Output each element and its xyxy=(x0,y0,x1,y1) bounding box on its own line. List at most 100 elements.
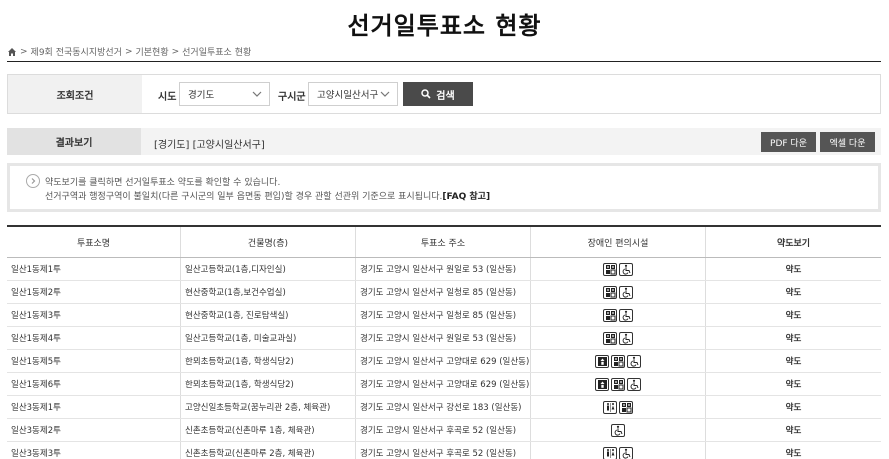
search-button[interactable]: 검색 xyxy=(403,82,473,106)
ramp-icon xyxy=(611,377,625,391)
notice-line-2: 선거구역과 행정구역이 불일치(다른 구시군의 일부 읍면동 편입)할 경우 관… xyxy=(45,189,490,202)
gusigun-select-value: 고양시일산서구 xyxy=(317,90,379,101)
breadcrumb-sep: > xyxy=(20,46,28,57)
sido-select[interactable]: 경기도 xyxy=(179,82,270,106)
facilities-cell xyxy=(531,419,706,441)
address-cell: 경기도 고양시 일산서구 후곡로 52 (일산동) xyxy=(356,419,531,441)
search-panel: 조회조건 시도 경기도 구시군 고양시일산서구 검색 xyxy=(7,74,881,114)
header-building: 건물명(층) xyxy=(181,227,356,257)
ramp-icon xyxy=(603,308,617,322)
building-cell: 현산중학교(1층,보건수업실) xyxy=(181,281,356,303)
polling-station-table: 투표소명 건물명(층) 투표소 주소 장애인 편의시설 약도보기 일산1동제1투… xyxy=(7,225,881,459)
facilities-cell xyxy=(531,442,706,459)
chevron-down-icon xyxy=(380,91,390,97)
wheelchair-icon xyxy=(619,285,633,299)
breadcrumb-sep: > xyxy=(171,46,180,57)
search-section-label: 조회조건 xyxy=(8,75,142,113)
table-row: 일산1동제5투 한뫼초등학교(1층, 학생식당2) 경기도 고양시 일산서구 고양대… xyxy=(7,350,881,373)
search-icon xyxy=(421,89,431,99)
title-divider xyxy=(7,61,881,62)
table-row: 일산1동제4투 일산고등학교(1층, 미술교과실) 경기도 고양시 일산서구 원일로… xyxy=(7,327,881,350)
ramp-icon xyxy=(619,400,633,414)
station-name-cell: 일산1동제3투 xyxy=(7,304,181,326)
station-name-cell: 일산3동제2투 xyxy=(7,419,181,441)
map-link[interactable]: 약도 xyxy=(706,281,881,303)
gusigun-select[interactable]: 고양시일산서구 xyxy=(308,82,398,106)
table-row: 일산3동제1투 고양신일초등학교(꿈누리관 2층, 체육관) 경기도 고양시 일산서… xyxy=(7,396,881,419)
pdf-download-button[interactable]: PDF 다운 xyxy=(761,132,816,152)
building-cell: 현산중학교(1층, 진로탐색실) xyxy=(181,304,356,326)
home-icon[interactable] xyxy=(7,47,17,57)
address-cell: 경기도 고양시 일산서구 일청로 85 (일산동) xyxy=(356,281,531,303)
faq-link[interactable]: [FAQ 참고] xyxy=(442,192,490,202)
table-body: 일산1동제1투 일산고등학교(1층,디자인실) 경기도 고양시 일산서구 원일로 5… xyxy=(7,258,881,459)
map-link[interactable]: 약도 xyxy=(706,442,881,459)
chevron-right-icon xyxy=(26,174,40,188)
station-name-cell: 일산1동제2투 xyxy=(7,281,181,303)
table-row: 일산1동제1투 일산고등학교(1층,디자인실) 경기도 고양시 일산서구 원일로 5… xyxy=(7,258,881,281)
breadcrumb-item-basic[interactable]: 기본현황 xyxy=(135,45,168,58)
station-name-cell: 일산3동제1투 xyxy=(7,396,181,418)
address-cell: 경기도 고양시 일산서구 일청로 85 (일산동) xyxy=(356,304,531,326)
gusigun-label: 구시군 xyxy=(278,92,306,103)
map-link[interactable]: 약도 xyxy=(706,258,881,280)
facilities-cell xyxy=(531,258,706,280)
address-cell: 경기도 고양시 일산서구 후곡로 52 (일산동) xyxy=(356,442,531,459)
address-cell: 경기도 고양시 일산서구 원일로 53 (일산동) xyxy=(356,327,531,349)
wheelchair-icon xyxy=(619,308,633,322)
facilities-cell xyxy=(531,396,706,418)
restroom-icon xyxy=(603,446,617,459)
wheelchair-icon xyxy=(619,331,633,345)
building-cell: 신촌초등학교(신촌마루 2층, 체육관) xyxy=(181,442,356,459)
breadcrumb-item-election[interactable]: 제9회 전국동시지방선거 xyxy=(31,45,122,58)
station-name-cell: 일산3동제3투 xyxy=(7,442,181,459)
result-bar: 결과보기 [경기도] [고양시일산서구] PDF 다운 엑셀 다운 xyxy=(7,128,881,155)
facilities-cell xyxy=(531,281,706,303)
wheelchair-icon xyxy=(627,354,641,368)
table-row: 일산1동제6투 한뫼초등학교(1층, 학생식당2) 경기도 고양시 일산서구 고양대… xyxy=(7,373,881,396)
page-title: 선거일투표소 현황 xyxy=(347,12,542,40)
station-name-cell: 일산1동제1투 xyxy=(7,258,181,280)
building-cell: 신촌초등학교(신촌마루 1층, 체육관) xyxy=(181,419,356,441)
address-cell: 경기도 고양시 일산서구 고양대로 629 (일산동) xyxy=(356,373,531,395)
map-link[interactable]: 약도 xyxy=(706,304,881,326)
building-cell: 일산고등학교(1층,디자인실) xyxy=(181,258,356,280)
elevator-icon xyxy=(595,354,609,368)
wheelchair-icon xyxy=(611,423,625,437)
address-cell: 경기도 고양시 일산서구 고양대로 629 (일산동) xyxy=(356,350,531,372)
table-row: 일산1동제2투 현산중학교(1층,보건수업실) 경기도 고양시 일산서구 일청로 8… xyxy=(7,281,881,304)
ramp-icon xyxy=(611,354,625,368)
result-section-label: 결과보기 xyxy=(7,128,141,155)
map-link[interactable]: 약도 xyxy=(706,419,881,441)
facilities-cell xyxy=(531,327,706,349)
chevron-down-icon xyxy=(252,91,262,97)
table-row: 일산3동제2투 신촌초등학교(신촌마루 1층, 체육관) 경기도 고양시 일산서구 … xyxy=(7,419,881,442)
header-facilities: 장애인 편의시설 xyxy=(531,227,706,257)
sido-label: 시도 xyxy=(158,92,177,103)
header-address: 투표소 주소 xyxy=(356,227,531,257)
building-cell: 고양신일초등학교(꿈누리관 2층, 체육관) xyxy=(181,396,356,418)
building-cell: 일산고등학교(1층, 미술교과실) xyxy=(181,327,356,349)
restroom-icon xyxy=(603,400,617,414)
ramp-icon xyxy=(603,262,617,276)
search-button-label: 검색 xyxy=(436,90,455,102)
address-cell: 경기도 고양시 일산서구 강선로 183 (일산동) xyxy=(356,396,531,418)
elevator-icon xyxy=(595,377,609,391)
map-link[interactable]: 약도 xyxy=(706,396,881,418)
address-cell: 경기도 고양시 일산서구 원일로 53 (일산동) xyxy=(356,258,531,280)
ramp-icon xyxy=(603,285,617,299)
header-map: 약도보기 xyxy=(776,238,811,249)
table-row: 일산3동제3투 신촌초등학교(신촌마루 2층, 체육관) 경기도 고양시 일산서구 … xyxy=(7,442,881,459)
map-link[interactable]: 약도 xyxy=(706,350,881,372)
map-link[interactable]: 약도 xyxy=(706,373,881,395)
wheelchair-icon xyxy=(619,262,633,276)
station-name-cell: 일산1동제5투 xyxy=(7,350,181,372)
breadcrumb-sep: > xyxy=(124,46,133,57)
notice-line-2-text: 선거구역과 행정구역이 불일치(다른 구시군의 일부 읍면동 편입)할 경우 관… xyxy=(45,192,443,202)
header-name: 투표소명 xyxy=(7,227,181,257)
facilities-cell xyxy=(531,373,706,395)
building-cell: 한뫼초등학교(1층, 학생식당2) xyxy=(181,350,356,372)
ramp-icon xyxy=(603,331,617,345)
map-link[interactable]: 약도 xyxy=(706,327,881,349)
excel-download-button[interactable]: 엑셀 다운 xyxy=(820,132,875,152)
